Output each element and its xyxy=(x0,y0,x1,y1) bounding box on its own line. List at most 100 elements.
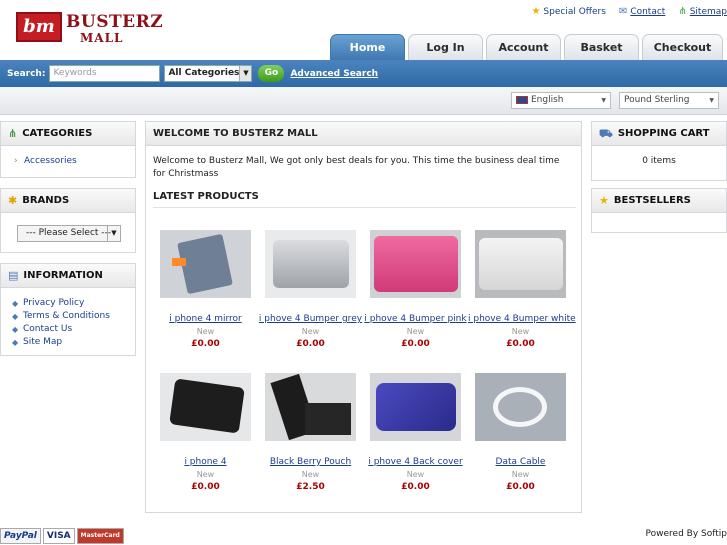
bestsellers-box: ★ BESTSELLERS xyxy=(591,188,727,233)
product-name-link[interactable]: i phove 4 Bumper grey xyxy=(258,314,363,324)
brand-select[interactable]: --- Please Select --- ▼ xyxy=(17,225,121,242)
visa-logo: VISA xyxy=(42,528,75,544)
brands-box: ✱ BRANDS --- Please Select --- ▼ xyxy=(0,188,136,253)
list-item: ◆ Terms & Conditions xyxy=(1,310,135,323)
tab-home[interactable]: Home xyxy=(330,34,405,60)
product-image[interactable] xyxy=(370,230,461,298)
search-input[interactable]: Keywords xyxy=(49,65,161,82)
language-value: English xyxy=(531,95,564,105)
product-condition: New xyxy=(511,327,530,336)
categories-title: CATEGORIES xyxy=(22,127,93,139)
product-condition: New xyxy=(196,470,215,479)
brands-title: BRANDS xyxy=(22,194,70,206)
product-name-link[interactable]: i phone 4 xyxy=(153,457,258,467)
privacy-policy-link[interactable]: Privacy Policy xyxy=(23,298,84,308)
product-name-link[interactable]: Data Cable xyxy=(468,457,573,467)
product-image[interactable] xyxy=(160,230,251,298)
tab-log-in[interactable]: Log In xyxy=(408,34,483,60)
contact-us-link[interactable]: Contact Us xyxy=(23,324,72,334)
site-map-link[interactable]: Site Map xyxy=(23,337,62,347)
product-name-link[interactable]: i phove 4 Bumper white xyxy=(468,314,576,324)
product-image[interactable] xyxy=(265,373,356,441)
chevron-down-icon: ▼ xyxy=(107,226,120,241)
payment-logos: PayPal VISA MasterCard xyxy=(0,528,124,544)
product-name-link[interactable]: i phove 4 Back cover xyxy=(363,457,468,467)
product-card: i phove 4 Bumper pink New £0.00 xyxy=(363,230,468,349)
product-price: £0.00 xyxy=(506,482,535,492)
terms-conditions-link[interactable]: Terms & Conditions xyxy=(23,311,110,321)
book-icon: ▤ xyxy=(8,268,19,282)
category-select-value: All Categories xyxy=(168,68,240,78)
product-condition: New xyxy=(511,470,530,479)
product-image[interactable] xyxy=(475,230,566,298)
product-name-link[interactable]: i phone 4 mirror xyxy=(153,314,258,324)
diamond-bullet-icon: ◆ xyxy=(12,299,19,308)
mail-icon: ✉ xyxy=(618,6,628,17)
product-price: £0.00 xyxy=(296,339,325,349)
language-select[interactable]: English ▼ xyxy=(511,92,611,109)
advanced-search-link[interactable]: Advanced Search xyxy=(290,69,378,79)
special-offers-link[interactable]: ★ Special Offers xyxy=(531,6,605,17)
mastercard-logo: MasterCard xyxy=(76,528,124,544)
search-label: Search: xyxy=(7,68,46,79)
product-image[interactable] xyxy=(160,373,251,441)
tab-account[interactable]: Account xyxy=(486,34,561,60)
category-select[interactable]: All Categories ▼ xyxy=(164,65,253,82)
diamond-bullet-icon: ◆ xyxy=(12,312,19,321)
currency-value: Pound Sterling xyxy=(624,95,690,105)
product-image[interactable] xyxy=(265,230,356,298)
brands-header: ✱ BRANDS xyxy=(1,189,135,213)
product-image[interactable] xyxy=(370,373,461,441)
product-price: £0.00 xyxy=(401,339,430,349)
shopping-cart-title: SHOPPING CART xyxy=(617,127,710,139)
information-box: ▤ INFORMATION ◆ Privacy Policy ◆ Terms & Co… xyxy=(0,263,136,356)
diamond-bullet-icon: ◆ xyxy=(12,338,19,347)
product-name-link[interactable]: i phove 4 Bumper pink xyxy=(363,314,468,324)
categories-box: ⋔ CATEGORIES › Accessories xyxy=(0,121,136,178)
contact-label: Contact xyxy=(630,6,666,17)
sitemap-link[interactable]: ⋔ Sitemap xyxy=(678,6,727,17)
product-price: £0.00 xyxy=(506,339,535,349)
go-button[interactable]: Go xyxy=(258,65,285,82)
product-price: £2.50 xyxy=(296,482,325,492)
category-accessories-link[interactable]: Accessories xyxy=(24,156,77,166)
divider xyxy=(153,207,576,208)
footer: PayPal VISA MasterCard Powered By Softip xyxy=(0,527,727,545)
product-name-link[interactable]: Black Berry Pouch xyxy=(258,457,363,467)
star-icon: ★ xyxy=(599,193,609,207)
sitemap-label: Sitemap xyxy=(689,6,727,17)
product-condition: New xyxy=(301,327,320,336)
bullet-icon: › xyxy=(14,156,18,166)
tab-checkout[interactable]: Checkout xyxy=(642,34,723,60)
logo-text: BUSTERZ xyxy=(66,12,164,32)
cart-icon: ⛟ xyxy=(599,126,613,140)
star-icon: ★ xyxy=(531,6,541,17)
product-condition: New xyxy=(196,327,215,336)
list-item: ◆ Privacy Policy xyxy=(1,297,135,310)
bestsellers-header: ★ BESTSELLERS xyxy=(592,189,726,213)
latest-products-title: LATEST PRODUCTS xyxy=(153,191,259,202)
chevron-down-icon: ▼ xyxy=(601,97,606,104)
shopping-cart-header: ⛟ SHOPPING CART xyxy=(592,122,726,146)
product-condition: New xyxy=(301,470,320,479)
information-title: INFORMATION xyxy=(23,269,103,281)
product-condition: New xyxy=(406,470,425,479)
product-image[interactable] xyxy=(475,373,566,441)
brands-icon: ✱ xyxy=(8,193,18,207)
bestsellers-title: BESTSELLERS xyxy=(613,194,691,206)
diamond-bullet-icon: ◆ xyxy=(12,325,19,334)
sub-bar: English ▼ Pound Sterling ▼ xyxy=(0,87,727,115)
paypal-logo: PayPal xyxy=(0,528,41,544)
tab-basket[interactable]: Basket xyxy=(564,34,639,60)
contact-link[interactable]: ✉ Contact xyxy=(619,6,665,17)
information-list: ◆ Privacy Policy ◆ Terms & Conditions ◆ Con… xyxy=(1,297,135,349)
special-offers-label: Special Offers xyxy=(543,6,606,17)
welcome-text: Welcome to Busterz Mall, We got only bes… xyxy=(153,156,560,179)
product-card: i phove 4 Bumper grey New £0.00 xyxy=(258,230,363,349)
product-price: £0.00 xyxy=(191,482,220,492)
logo[interactable]: bm BUSTERZ MALL xyxy=(16,12,163,46)
main-tabs: Home Log In Account Basket Checkout xyxy=(330,34,723,60)
product-card: i phove 4 Bumper white New £0.00 xyxy=(468,230,576,349)
currency-select[interactable]: Pound Sterling ▼ xyxy=(619,92,719,109)
categories-icon: ⋔ xyxy=(8,126,18,140)
